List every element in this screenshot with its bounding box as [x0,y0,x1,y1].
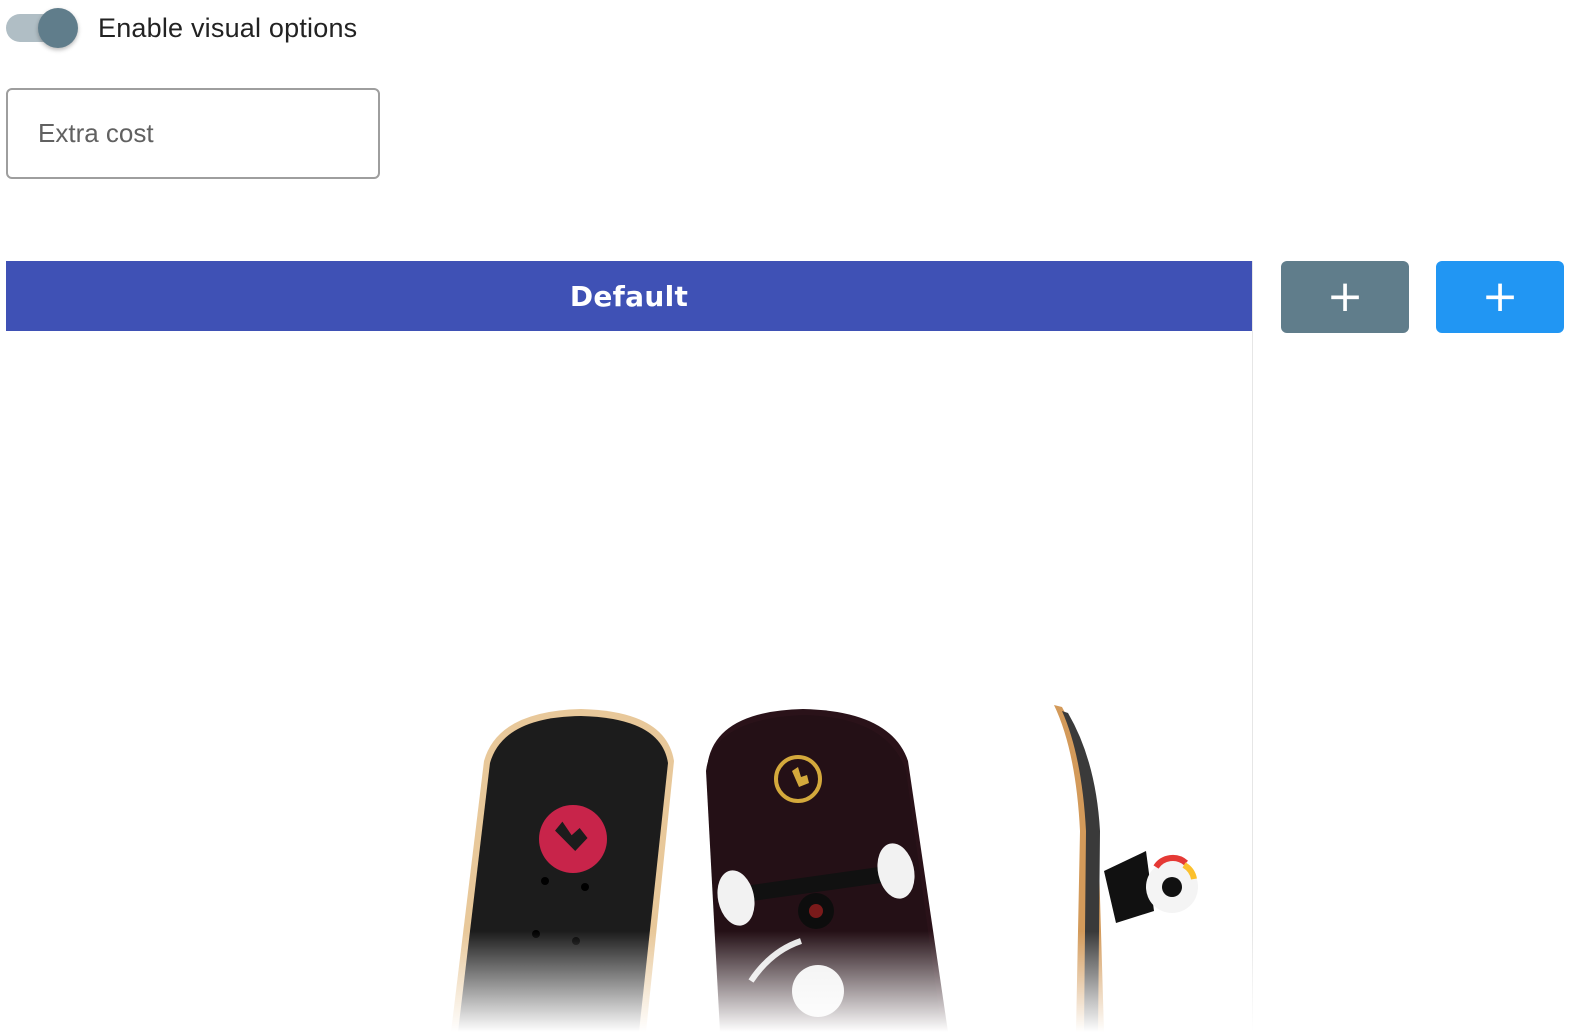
visual-options-page: Enable visual options Default [0,0,1572,1032]
add-option-button-grey[interactable]: + [1281,261,1409,333]
option-panel-default: Default [6,261,1253,1032]
plus-icon: + [1326,271,1364,322]
option-header-label: Default [569,279,689,313]
toggle-knob[interactable] [38,8,78,48]
enable-visual-options-toggle[interactable] [6,8,78,48]
add-option-button-blue[interactable]: + [1436,261,1564,333]
skateboard-product-image[interactable] [6,331,1253,1032]
enable-visual-options-row: Enable visual options [6,6,357,50]
option-header[interactable]: Default [6,261,1252,331]
plus-icon: + [1481,271,1519,322]
enable-visual-options-label: Enable visual options [98,12,358,43]
extra-cost-input[interactable] [6,88,380,179]
